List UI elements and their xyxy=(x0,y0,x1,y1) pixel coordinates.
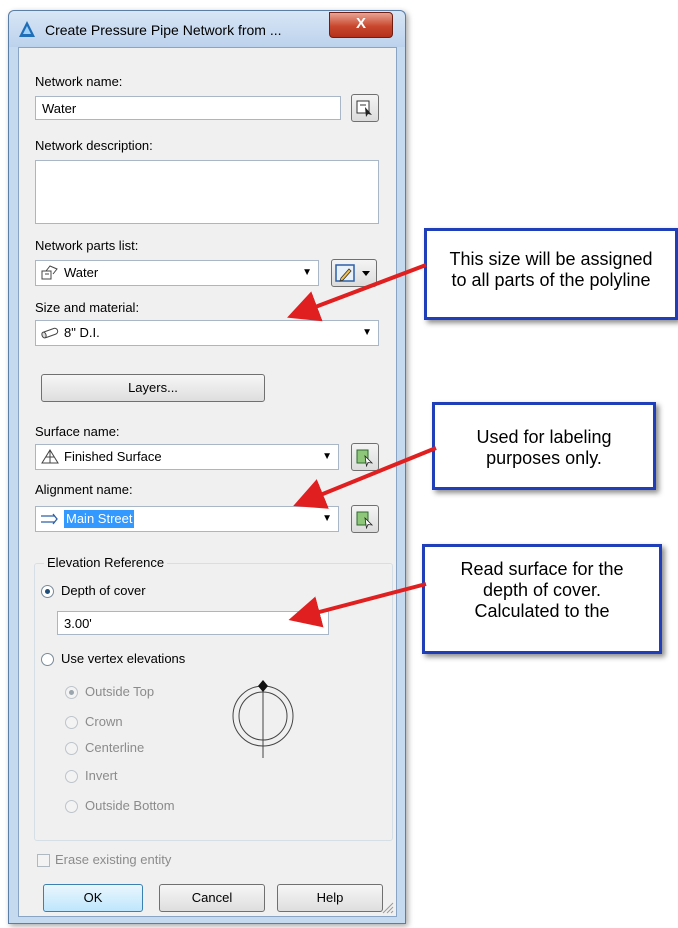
parts-list-label: Network parts list: xyxy=(35,238,139,253)
surface-name-value: Finished Surface xyxy=(64,449,162,464)
pipe-cross-section-icon xyxy=(232,680,294,758)
crown-radio[interactable] xyxy=(65,716,78,729)
chevron-down-icon: ▼ xyxy=(322,451,332,462)
layers-button[interactable]: Layers... xyxy=(41,374,265,402)
use-vertex-elevations-radio[interactable] xyxy=(41,653,54,666)
invert-label: Invert xyxy=(85,768,118,783)
edit-parts-list-button[interactable] xyxy=(331,259,377,287)
labeling-callout-line-2: purposes only. xyxy=(486,448,602,468)
parts-list-value: Water xyxy=(64,265,99,280)
network-name-label: Network name: xyxy=(35,74,123,89)
surface-name-label: Surface name: xyxy=(35,424,120,439)
chevron-down-icon: ▼ xyxy=(362,327,372,338)
elevation-reference-title: Elevation Reference xyxy=(44,555,168,570)
surface-callout-line-3: Calculated to the xyxy=(474,601,610,621)
surface-callout-line-2: depth of cover. xyxy=(482,580,602,600)
pick-icon xyxy=(356,100,372,117)
depth-of-cover-input[interactable]: 3.00' xyxy=(57,611,329,635)
edit-pencil-icon xyxy=(335,264,370,282)
surface-name-dropdown[interactable]: Finished Surface ▼ xyxy=(35,444,339,470)
size-material-dropdown[interactable]: 8" D.I. ▼ xyxy=(35,320,379,346)
chevron-down-icon: ▼ xyxy=(302,267,312,278)
pipe-icon xyxy=(41,327,59,339)
create-pressure-pipe-network-dialog: Create Pressure Pipe Network from ... X … xyxy=(8,10,406,924)
civil3d-app-icon xyxy=(19,21,35,37)
erase-existing-entity-label: Erase existing entity xyxy=(55,852,172,867)
labeling-callout-line-1: Used for labeling xyxy=(476,427,612,447)
size-material-value: 8" D.I. xyxy=(64,325,100,340)
depth-of-cover-label: Depth of cover xyxy=(61,583,146,598)
depth-of-cover-radio[interactable] xyxy=(41,585,54,598)
alignment-name-label: Alignment name: xyxy=(35,482,133,497)
pick-network-name-button[interactable] xyxy=(351,94,379,122)
size-callout-line-1: This size will be assigned xyxy=(449,249,653,269)
pick-alignment-button[interactable] xyxy=(351,505,379,533)
surface-icon xyxy=(41,449,59,464)
outside-top-label: Outside Top xyxy=(85,684,155,699)
chevron-down-icon: ▼ xyxy=(322,513,332,524)
use-vertex-elevations-label: Use vertex elevations xyxy=(61,651,186,666)
cancel-button[interactable]: Cancel xyxy=(159,884,265,912)
outside-bottom-radio[interactable] xyxy=(65,800,78,813)
size-material-label: Size and material: xyxy=(35,300,140,315)
network-description-label: Network description: xyxy=(35,138,153,153)
window-title: Create Pressure Pipe Network from ... xyxy=(45,22,282,38)
outside-bottom-label: Outside Bottom xyxy=(85,798,175,813)
help-button[interactable]: Help xyxy=(277,884,383,912)
parts-list-icon xyxy=(41,265,58,280)
size-callout: This size will be assigned to all parts … xyxy=(424,228,678,320)
size-callout-line-2: to all parts of the polyline xyxy=(451,270,651,290)
resize-grip-icon[interactable] xyxy=(380,900,394,914)
centerline-radio[interactable] xyxy=(65,742,78,755)
network-name-input[interactable]: Water xyxy=(35,96,341,120)
pick-from-drawing-icon xyxy=(356,449,374,467)
outside-top-radio[interactable] xyxy=(65,686,78,699)
centerline-label: Centerline xyxy=(85,740,145,755)
pick-surface-button[interactable] xyxy=(351,443,379,471)
alignment-name-value: Main Street xyxy=(64,510,135,528)
close-button[interactable]: X xyxy=(329,12,393,38)
alignment-name-dropdown[interactable]: Main Street ▼ xyxy=(35,506,339,532)
erase-existing-entity-checkbox[interactable] xyxy=(37,854,50,867)
parts-list-dropdown[interactable]: Water ▼ xyxy=(35,260,319,286)
ok-button[interactable]: OK xyxy=(43,884,143,912)
dialog-body: Network name: Water Network description:… xyxy=(18,47,397,917)
surface-callout-line-1: Read surface for the xyxy=(460,559,624,579)
invert-radio[interactable] xyxy=(65,770,78,783)
labeling-callout: Used for labeling purposes only. xyxy=(432,402,656,490)
alignment-icon xyxy=(41,513,58,525)
pick-from-drawing-icon xyxy=(356,511,374,529)
surface-callout: Read surface for the depth of cover. Cal… xyxy=(422,544,662,654)
title-bar[interactable]: Create Pressure Pipe Network from ... X xyxy=(9,11,405,47)
network-description-input[interactable] xyxy=(35,160,379,224)
crown-label: Crown xyxy=(85,714,123,729)
